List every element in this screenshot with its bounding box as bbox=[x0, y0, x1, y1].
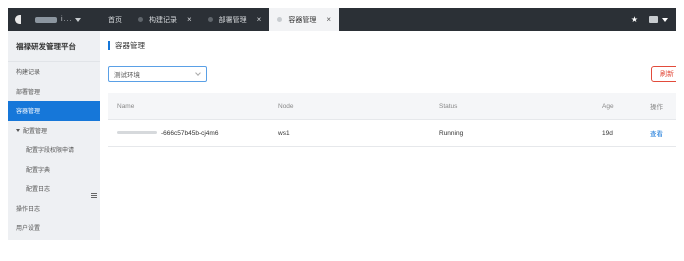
title-accent-bar bbox=[108, 41, 110, 50]
logo-icon bbox=[15, 15, 21, 24]
sidebar-item-config-logs[interactable]: 配置日志 bbox=[8, 179, 100, 199]
column-header-actions: 操作 bbox=[650, 104, 663, 111]
close-icon[interactable]: × bbox=[326, 15, 331, 24]
tab-dot-icon bbox=[207, 17, 213, 22]
star-icon[interactable]: ★ bbox=[631, 15, 638, 24]
sidebar-item-user-settings[interactable]: 用户设置 bbox=[8, 218, 100, 238]
chevron-down-icon bbox=[195, 70, 201, 76]
top-bar: i... 首页 构建记录 × 部署管理 × 容器管理 × ★ bbox=[8, 8, 676, 31]
tab-dot-icon bbox=[277, 17, 283, 22]
pod-name: -666c57b45b-cj4m6 bbox=[161, 129, 219, 137]
environment-select-value: 测试环境 bbox=[114, 72, 140, 79]
tab-label: 部署管理 bbox=[218, 16, 247, 24]
column-header-node[interactable]: Node bbox=[278, 103, 294, 110]
main-content: 容器管理 测试环境 刷新 Name Node Status Age 操作 -66… bbox=[100, 31, 676, 240]
tab-build-records[interactable]: 构建记录 × bbox=[130, 8, 200, 31]
project-name-blurred bbox=[35, 16, 57, 23]
sidebar-item-label: 用户设置 bbox=[16, 226, 41, 233]
redacted-prefix bbox=[117, 131, 157, 135]
column-header-age[interactable]: Age bbox=[602, 103, 614, 110]
sidebar-item-label: 部署管理 bbox=[16, 89, 41, 96]
sidebar-item-label: 配置管理 bbox=[23, 128, 48, 135]
sidebar-item-operation-logs[interactable]: 操作日志 bbox=[8, 199, 100, 219]
table-row: -666c57b45b-cj4m6 ws1 Running 19d 查看 bbox=[108, 120, 676, 147]
app-frame: i... 首页 构建记录 × 部署管理 × 容器管理 × ★ 福禄研发管理平台 … bbox=[8, 8, 676, 240]
tab-label: 构建记录 bbox=[149, 16, 177, 24]
tab-home[interactable]: 首页 bbox=[100, 8, 130, 31]
avatar[interactable] bbox=[649, 16, 658, 23]
pods-table: Name Node Status Age 操作 -666c57b45b-cj4m… bbox=[108, 93, 676, 147]
project-switcher[interactable]: i... bbox=[61, 16, 72, 23]
cell-age: 19d bbox=[602, 129, 613, 137]
sidebar-item-config-field-permission[interactable]: 配置字段权限申请 bbox=[8, 140, 100, 160]
sidebar-item-build-records[interactable]: 构建记录 bbox=[8, 62, 100, 82]
sidebar-title: 福禄研发管理平台 bbox=[8, 31, 100, 62]
chevron-down-icon[interactable] bbox=[662, 17, 668, 22]
column-header-name[interactable]: Name bbox=[117, 103, 134, 110]
sidebar: 福禄研发管理平台 构建记录 部署管理 容器管理 配置管理 配置字段权限申请 配置… bbox=[8, 31, 100, 240]
table-header: Name Node Status Age 操作 bbox=[108, 93, 676, 120]
brand-area: i... bbox=[8, 8, 100, 31]
tab-deploy-management[interactable]: 部署管理 × bbox=[200, 8, 270, 31]
close-icon[interactable]: × bbox=[257, 15, 262, 24]
sidebar-item-deploy-management[interactable]: 部署管理 bbox=[8, 82, 100, 102]
tab-bar: 首页 构建记录 × 部署管理 × 容器管理 × bbox=[100, 8, 340, 31]
view-link[interactable]: 查看 bbox=[650, 128, 663, 138]
cell-node: ws1 bbox=[278, 129, 290, 137]
sidebar-item-label: 配置日志 bbox=[26, 187, 51, 194]
cell-name: -666c57b45b-cj4m6 bbox=[117, 130, 218, 137]
sidebar-item-label: 配置字典 bbox=[26, 167, 51, 174]
sidebar-item-container-management[interactable]: 容器管理 bbox=[8, 101, 100, 121]
collapse-sidebar-icon[interactable] bbox=[91, 193, 97, 198]
sidebar-item-label: 操作日志 bbox=[16, 206, 41, 213]
chevron-down-icon bbox=[16, 128, 20, 132]
sidebar-item-label: 构建记录 bbox=[16, 70, 41, 77]
tab-label: 首页 bbox=[108, 16, 122, 24]
column-header-status[interactable]: Status bbox=[439, 103, 457, 110]
sidebar-item-config-management[interactable]: 配置管理 bbox=[8, 121, 100, 141]
sidebar-item-config-dictionary[interactable]: 配置字典 bbox=[8, 160, 100, 180]
page-title-text: 容器管理 bbox=[115, 41, 145, 50]
tab-container-management[interactable]: 容器管理 × bbox=[269, 8, 340, 31]
header-actions: ★ bbox=[631, 8, 668, 31]
cell-status: Running bbox=[439, 129, 464, 137]
close-icon[interactable]: × bbox=[187, 15, 192, 24]
refresh-button[interactable]: 刷新 bbox=[651, 66, 676, 82]
tab-dot-icon bbox=[138, 17, 143, 22]
chevron-down-icon[interactable] bbox=[75, 17, 82, 22]
page-title: 容器管理 bbox=[108, 41, 145, 50]
sidebar-item-label: 容器管理 bbox=[16, 109, 41, 116]
environment-select[interactable]: 测试环境 bbox=[108, 66, 207, 82]
tab-label: 容器管理 bbox=[288, 16, 317, 24]
sidebar-item-label: 配置字段权限申请 bbox=[26, 148, 75, 155]
